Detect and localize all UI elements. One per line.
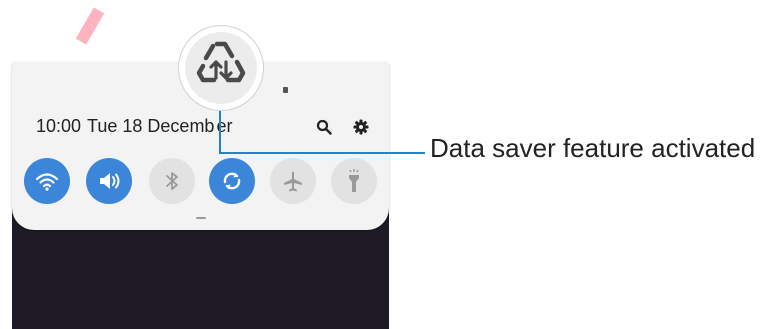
qs-sound-toggle[interactable]: [86, 158, 132, 204]
search-icon[interactable]: [316, 119, 332, 135]
qs-bluetooth-toggle[interactable]: [149, 158, 195, 204]
status-bar-datetime: 10:00 Tue 18 Decemb er: [36, 116, 238, 137]
auto-rotate-icon: [223, 172, 241, 190]
qs-flashlight-toggle[interactable]: [331, 158, 377, 204]
bluetooth-icon: [166, 172, 178, 190]
qs-airplane-mode-toggle[interactable]: [270, 158, 316, 204]
wifi-icon: [35, 173, 59, 191]
sound-icon: [100, 173, 120, 189]
qs-auto-rotate-toggle[interactable]: [209, 158, 255, 204]
flashlight-icon: [349, 169, 359, 192]
panel-drag-handle[interactable]: [196, 217, 206, 219]
status-date: Tue 18 Decemb: [87, 116, 215, 136]
status-indicator-icon: [283, 87, 288, 93]
data-saver-icon-wrap: [179, 26, 263, 110]
callout-label: Data saver feature activated: [430, 133, 756, 163]
settings-gear-icon[interactable]: [353, 119, 369, 135]
airplane-mode-icon: [284, 172, 302, 192]
decorative-mark: [75, 7, 105, 45]
data-saver-icon: [196, 41, 246, 83]
qs-wifi-toggle[interactable]: [24, 158, 70, 204]
status-time: 10:00: [36, 116, 82, 136]
callout-line-horizontal: [219, 152, 425, 154]
